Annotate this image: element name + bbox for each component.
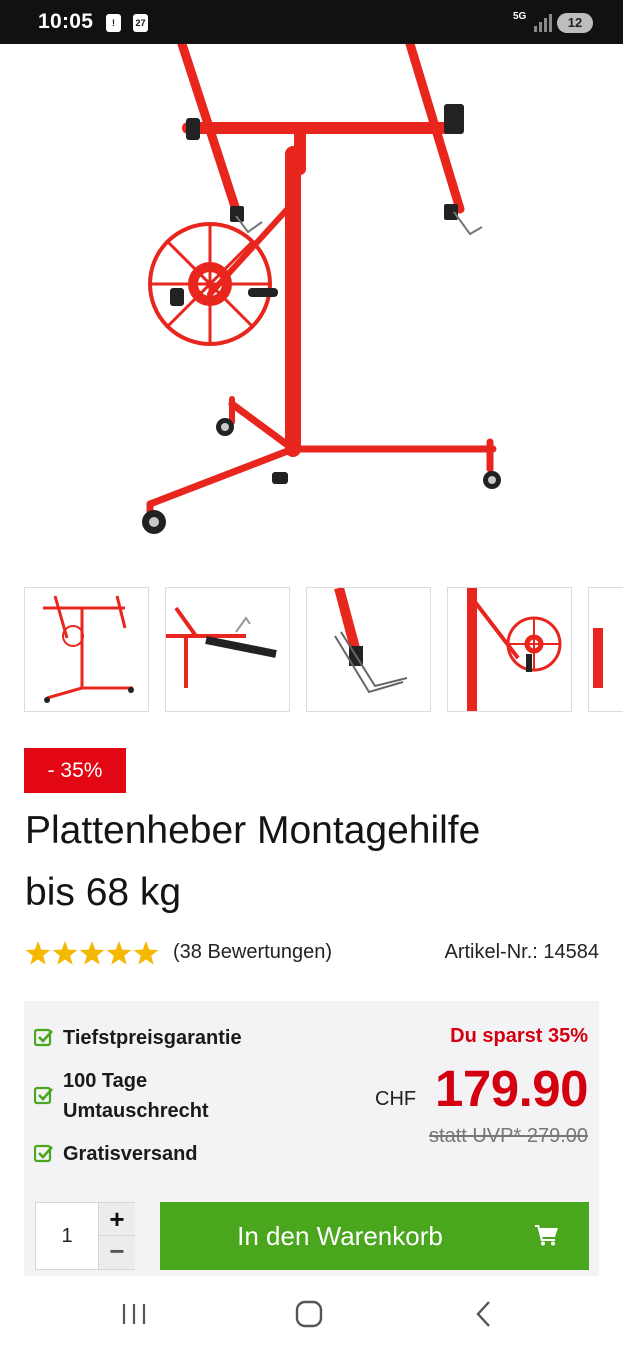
thumbnail-4[interactable] [447, 587, 572, 712]
price: 179.90 [435, 1060, 589, 1117]
product-title: Plattenheber Montagehilfe bis 68 kg [25, 800, 605, 924]
signal-icon [534, 14, 552, 32]
thumbnail-5[interactable] [588, 587, 623, 712]
star-icon-1 [25, 941, 51, 965]
feature-item: Tiefstpreisgarantie [34, 1023, 294, 1053]
feature-label: Tiefstpreisgarantie [63, 1027, 242, 1049]
thumbnail-2[interactable] [165, 587, 290, 712]
alert-notification-icon: ! [106, 14, 121, 32]
quantity-decrease-button[interactable]: − [98, 1236, 135, 1269]
feature-label: Gratisversand [63, 1143, 198, 1165]
savings-label: Du sparst 35% [450, 1025, 588, 1047]
star-icon-2 [52, 941, 78, 965]
thumbnail-4-image [467, 588, 562, 711]
thumbnail-3[interactable] [306, 587, 431, 712]
battery-icon: 12 [557, 13, 593, 33]
home-icon[interactable] [289, 1296, 329, 1332]
thumbnail-3-image [334, 588, 408, 694]
currency-label: CHF [375, 1088, 417, 1110]
network-type-label: 5G [513, 11, 527, 22]
star-icon-4 [106, 941, 132, 965]
rating-stars[interactable] [25, 938, 161, 968]
quantity-increase-button[interactable]: + [98, 1203, 135, 1236]
add-to-cart-button[interactable]: In den Warenkorb [160, 1202, 589, 1270]
check-icon [34, 1086, 53, 1105]
thumbnail-1[interactable] [24, 587, 149, 712]
drywall-lift-illustration [142, 39, 501, 534]
quantity-input[interactable] [36, 1203, 98, 1269]
shopping-cart-icon [535, 1225, 558, 1246]
check-icon [34, 1028, 53, 1047]
original-price[interactable]: statt UVP* 279.00 [429, 1125, 588, 1148]
rating-row: (38 Bewertungen) Artikel-Nr.: 14584 [25, 938, 599, 968]
status-bar: 10:05 ! 27 5G 12 [0, 0, 623, 44]
product-main-image[interactable] [0, 39, 623, 564]
star-icon-5 [133, 941, 159, 965]
quantity-stepper: + − [35, 1202, 135, 1270]
product-title-line-1: Plattenheber Montagehilfe [25, 809, 481, 852]
feature-item: Gratisversand [34, 1139, 294, 1169]
thumbnail-strip [24, 587, 623, 712]
thumbnail-1-image [43, 595, 134, 703]
system-navigation-bar [0, 1276, 623, 1350]
feature-item: 100 Tage Umtauschrecht [34, 1066, 264, 1126]
feature-label: 100 Tage Umtauschrecht [63, 1070, 209, 1122]
check-icon [34, 1144, 53, 1163]
thumbnail-2-image [166, 606, 277, 688]
back-icon[interactable] [464, 1296, 504, 1332]
add-to-cart-label: In den Warenkorb [237, 1221, 443, 1251]
calendar-notification-icon: 27 [133, 14, 148, 32]
status-time: 10:05 [38, 10, 94, 33]
recent-apps-icon[interactable] [115, 1296, 155, 1332]
thumbnail-5-image [593, 628, 603, 688]
reviews-link[interactable]: (38 Bewertungen) [173, 941, 332, 964]
product-title-line-2: bis 68 kg [25, 871, 182, 914]
star-icon-3 [79, 941, 105, 965]
purchase-panel: Tiefstpreisgarantie 100 Tage Umtauschrec… [24, 1001, 599, 1276]
article-number: Artikel-Nr.: 14584 [444, 941, 599, 963]
discount-badge: - 35% [24, 748, 126, 793]
